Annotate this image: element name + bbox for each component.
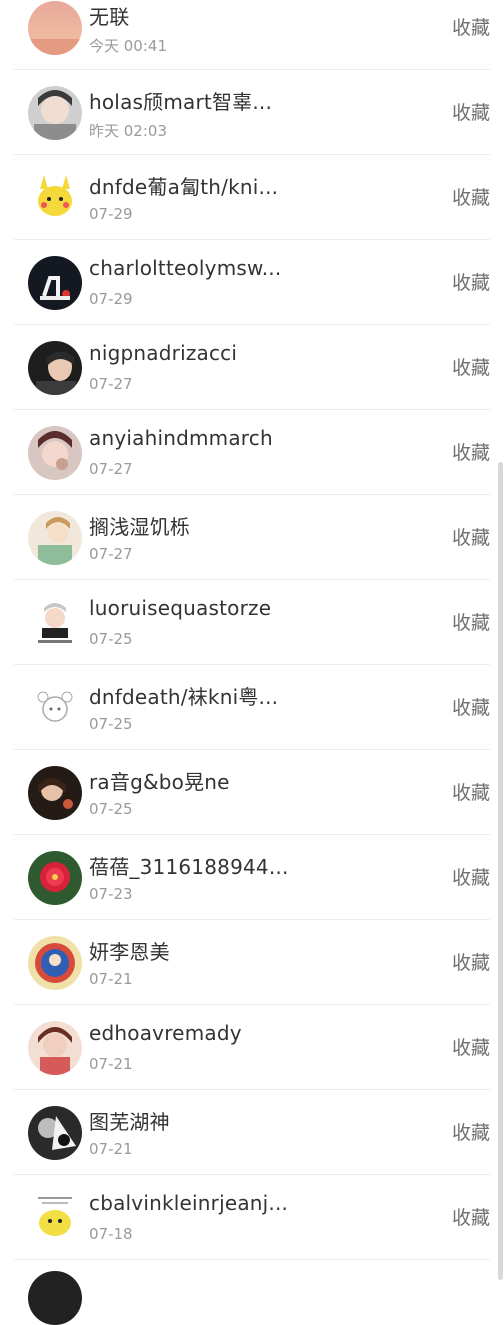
- favorite-button[interactable]: 收藏: [452, 608, 490, 635]
- contact-name: luoruisequastorze: [89, 596, 272, 620]
- list-item[interactable]: edhoavremady 07-21 收藏: [14, 1005, 490, 1090]
- favorite-button[interactable]: 收藏: [452, 183, 490, 210]
- avatar[interactable]: [28, 341, 82, 395]
- message-time: 07-21: [89, 970, 133, 988]
- message-time: 07-27: [89, 545, 133, 563]
- avatar[interactable]: [28, 596, 82, 650]
- contact-name: nigpnadrizacci: [89, 341, 238, 365]
- contact-name: 蓓蓓_3116188944...: [89, 855, 289, 879]
- contact-name: 图芜湖神: [89, 1110, 170, 1134]
- avatar[interactable]: [28, 1191, 82, 1245]
- list-item[interactable]: 妍李恩美 07-21 收藏: [14, 920, 490, 1005]
- favorite-button[interactable]: 收藏: [452, 1033, 490, 1060]
- avatar[interactable]: [28, 936, 82, 990]
- message-time: 07-27: [89, 460, 133, 478]
- list-item[interactable]: luoruisequastorze 07-25 收藏: [14, 580, 490, 665]
- favorite-button[interactable]: 收藏: [452, 778, 490, 805]
- favorite-button[interactable]: 收藏: [452, 98, 490, 125]
- message-list: 无联 今天 00:41 收藏 holas颀mart智辜... 昨天 02:03 …: [0, 0, 504, 1260]
- avatar[interactable]: [28, 1021, 82, 1075]
- contact-name: cbalvinkleinrjeanj...: [89, 1191, 289, 1215]
- favorite-button[interactable]: 收藏: [452, 863, 490, 890]
- favorite-button[interactable]: 收藏: [452, 268, 490, 295]
- message-time: 07-27: [89, 375, 133, 393]
- list-item[interactable]: cbalvinkleinrjeanj... 07-18 收藏: [14, 1175, 490, 1260]
- avatar[interactable]: [28, 766, 82, 820]
- contact-name: 妍李恩美: [89, 940, 170, 964]
- contact-name: holas颀mart智辜...: [89, 90, 273, 114]
- message-time: 07-25: [89, 630, 133, 648]
- message-time: 07-25: [89, 715, 133, 733]
- contact-name: 搁浅湿饥栎: [89, 515, 190, 539]
- favorite-button[interactable]: 收藏: [452, 353, 490, 380]
- favorite-button[interactable]: 收藏: [452, 1203, 490, 1230]
- favorite-button[interactable]: 收藏: [452, 1118, 490, 1145]
- avatar[interactable]: [28, 511, 82, 565]
- contact-name: ra音g&bo晃ne: [89, 770, 230, 794]
- list-item[interactable]: 蓓蓓_3116188944... 07-23 收藏: [14, 835, 490, 920]
- list-item[interactable]: 搁浅湿饥栎 07-27 收藏: [14, 495, 490, 580]
- message-time: 07-29: [89, 205, 133, 223]
- list-item[interactable]: dnfde葡a匐th/kni... 07-29 收藏: [14, 155, 490, 240]
- avatar[interactable]: [28, 1, 82, 55]
- contact-name: anyiahindmmarch: [89, 426, 273, 450]
- message-time: 今天 00:41: [89, 37, 167, 55]
- list-item[interactable]: dnfdeath/袜kni粤... 07-25 收藏: [14, 665, 490, 750]
- avatar[interactable]: [28, 851, 82, 905]
- favorite-button[interactable]: 收藏: [452, 948, 490, 975]
- list-item[interactable]: 图芜湖神 07-21 收藏: [14, 1090, 490, 1175]
- favorite-button[interactable]: 收藏: [452, 13, 490, 40]
- favorite-button[interactable]: 收藏: [452, 693, 490, 720]
- list-item[interactable]: charloltteolymsw... 07-29 收藏: [14, 240, 490, 325]
- contact-name: dnfdeath/袜kni粤...: [89, 685, 279, 709]
- list-item[interactable]: nigpnadrizacci 07-27 收藏: [14, 325, 490, 410]
- avatar[interactable]: [28, 681, 82, 735]
- message-time: 07-18: [89, 1225, 133, 1243]
- list-item[interactable]: 无联 今天 00:41 收藏: [14, 0, 490, 70]
- contact-name: 无联: [89, 5, 130, 29]
- message-time: 昨天 02:03: [89, 122, 167, 140]
- list-item[interactable]: ra音g&bo晃ne 07-25 收藏: [14, 750, 490, 835]
- avatar[interactable]: [28, 1106, 82, 1160]
- avatar[interactable]: [28, 426, 82, 480]
- message-time: 07-25: [89, 800, 133, 818]
- avatar[interactable]: [28, 1271, 82, 1325]
- list-item[interactable]: anyiahindmmarch 07-27 收藏: [14, 410, 490, 495]
- avatar[interactable]: [28, 256, 82, 310]
- list-item[interactable]: holas颀mart智辜... 昨天 02:03 收藏: [14, 70, 490, 155]
- scrollbar[interactable]: [498, 462, 503, 1280]
- message-time: 07-21: [89, 1055, 133, 1073]
- favorite-button[interactable]: 收藏: [452, 523, 490, 550]
- contact-name: charloltteolymsw...: [89, 256, 282, 280]
- contact-name: dnfde葡a匐th/kni...: [89, 175, 279, 199]
- avatar[interactable]: [28, 86, 82, 140]
- contact-name: edhoavremady: [89, 1021, 242, 1045]
- favorite-button[interactable]: 收藏: [452, 438, 490, 465]
- message-time: 07-29: [89, 290, 133, 308]
- message-time: 07-21: [89, 1140, 133, 1158]
- message-time: 07-23: [89, 885, 133, 903]
- avatar[interactable]: [28, 171, 82, 225]
